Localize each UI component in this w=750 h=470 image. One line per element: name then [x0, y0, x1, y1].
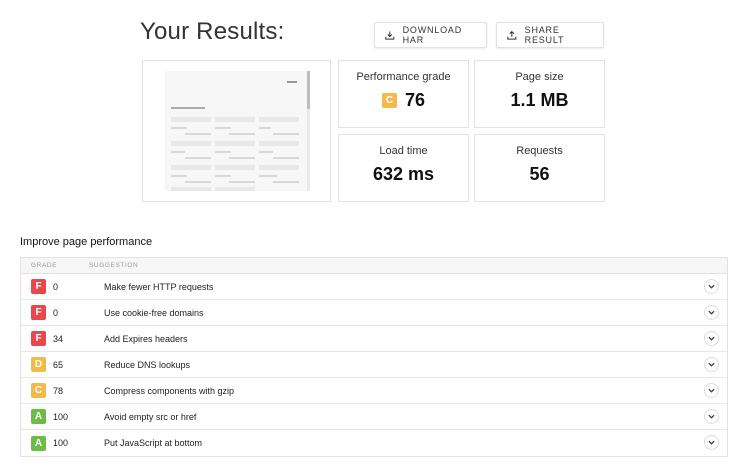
suggestion-column-header: SUGGESTION	[89, 262, 139, 269]
expand-row-button[interactable]	[704, 305, 719, 320]
share-icon	[507, 30, 517, 40]
share-result-label: SHARE RESULT	[524, 25, 565, 45]
table-row[interactable]: C 78 Compress components with gzip	[21, 378, 727, 404]
chevron-down-icon	[708, 414, 715, 419]
thumbnail-image	[165, 71, 308, 191]
download-har-label: DOWNLOAD HAR	[402, 25, 462, 45]
page-screenshot-thumbnail	[142, 60, 331, 202]
thumbnail-scrollbar[interactable]	[307, 71, 310, 191]
suggestion-text: Avoid empty src or href	[104, 411, 197, 422]
expand-row-button[interactable]	[704, 279, 719, 294]
score-value: 65	[53, 359, 64, 370]
chevron-down-icon	[708, 336, 715, 341]
download-icon	[385, 31, 395, 40]
grade-badge: A	[31, 435, 46, 451]
requests-value: 56	[529, 164, 550, 184]
chevron-down-icon	[708, 362, 715, 367]
grade-badge: F	[31, 331, 46, 346]
download-har-button[interactable]: DOWNLOAD HAR	[374, 22, 487, 48]
score-value: 34	[53, 333, 64, 344]
grade-badge: F	[31, 279, 46, 294]
suggestion-text: Reduce DNS lookups	[104, 359, 191, 370]
load-time-label: Load time	[379, 145, 428, 157]
score-value: 78	[53, 385, 64, 396]
requests-card: Requests 56	[474, 134, 605, 202]
table-row[interactable]: D 65 Reduce DNS lookups	[21, 352, 727, 378]
page-size-value: 1.1 MB	[510, 90, 569, 110]
suggestion-text: Put JavaScript at bottom	[104, 438, 203, 448]
expand-row-button[interactable]	[704, 409, 719, 424]
score-value: 0	[53, 307, 59, 318]
table-row[interactable]: F 34 Add Expires headers	[21, 326, 727, 352]
suggestion-text: Compress components with gzip	[104, 385, 235, 396]
grade-badge: C	[381, 93, 397, 108]
performance-grade-value: 76	[404, 90, 426, 110]
suggestion-text: Use cookie-free domains	[104, 307, 204, 318]
page-title: Your Results:	[140, 18, 285, 45]
chevron-down-icon	[708, 284, 715, 289]
load-time-value: 632 ms	[372, 164, 435, 184]
suggestion-text: Add Expires headers	[104, 333, 188, 344]
chevron-down-icon	[708, 388, 715, 393]
load-time-card: Load time 632 ms	[338, 134, 469, 202]
expand-row-button[interactable]	[704, 357, 719, 372]
improve-performance-heading: Improve page performance	[20, 236, 153, 248]
grade-column-header: GRADE	[31, 262, 58, 269]
grade-badge: C	[31, 383, 46, 398]
grade-badge: F	[31, 305, 46, 320]
chevron-down-icon	[708, 440, 715, 445]
table-row[interactable]: F 0 Use cookie-free domains	[21, 300, 727, 326]
grade-badge: A	[31, 409, 46, 424]
table-row[interactable]: F 0 Make fewer HTTP requests	[21, 274, 727, 300]
expand-row-button[interactable]	[704, 383, 719, 398]
suggestions-table: GRADE SUGGESTION F 0 Make fewer HTTP reque…	[20, 257, 728, 457]
table-row[interactable]: A 100 Avoid empty src or href	[21, 404, 727, 430]
score-value: 100	[53, 411, 69, 422]
score-value: 100	[53, 438, 69, 448]
expand-row-button[interactable]	[704, 435, 719, 450]
share-result-button[interactable]: SHARE RESULT	[496, 22, 604, 48]
performance-grade-card: Performance grade C 76	[338, 60, 469, 128]
table-header: GRADE SUGGESTION	[21, 258, 727, 274]
grade-badge: D	[31, 357, 46, 372]
chevron-down-icon	[708, 310, 715, 315]
table-row[interactable]: A 100 Put JavaScript at bottom	[21, 430, 727, 456]
suggestion-text: Make fewer HTTP requests	[104, 281, 214, 292]
score-value: 0	[53, 281, 59, 292]
page-size-card: Page size 1.1 MB	[474, 60, 605, 128]
requests-label: Requests	[516, 145, 563, 157]
page-size-label: Page size	[515, 71, 564, 83]
performance-grade-label: Performance grade	[356, 71, 451, 83]
expand-row-button[interactable]	[704, 331, 719, 346]
